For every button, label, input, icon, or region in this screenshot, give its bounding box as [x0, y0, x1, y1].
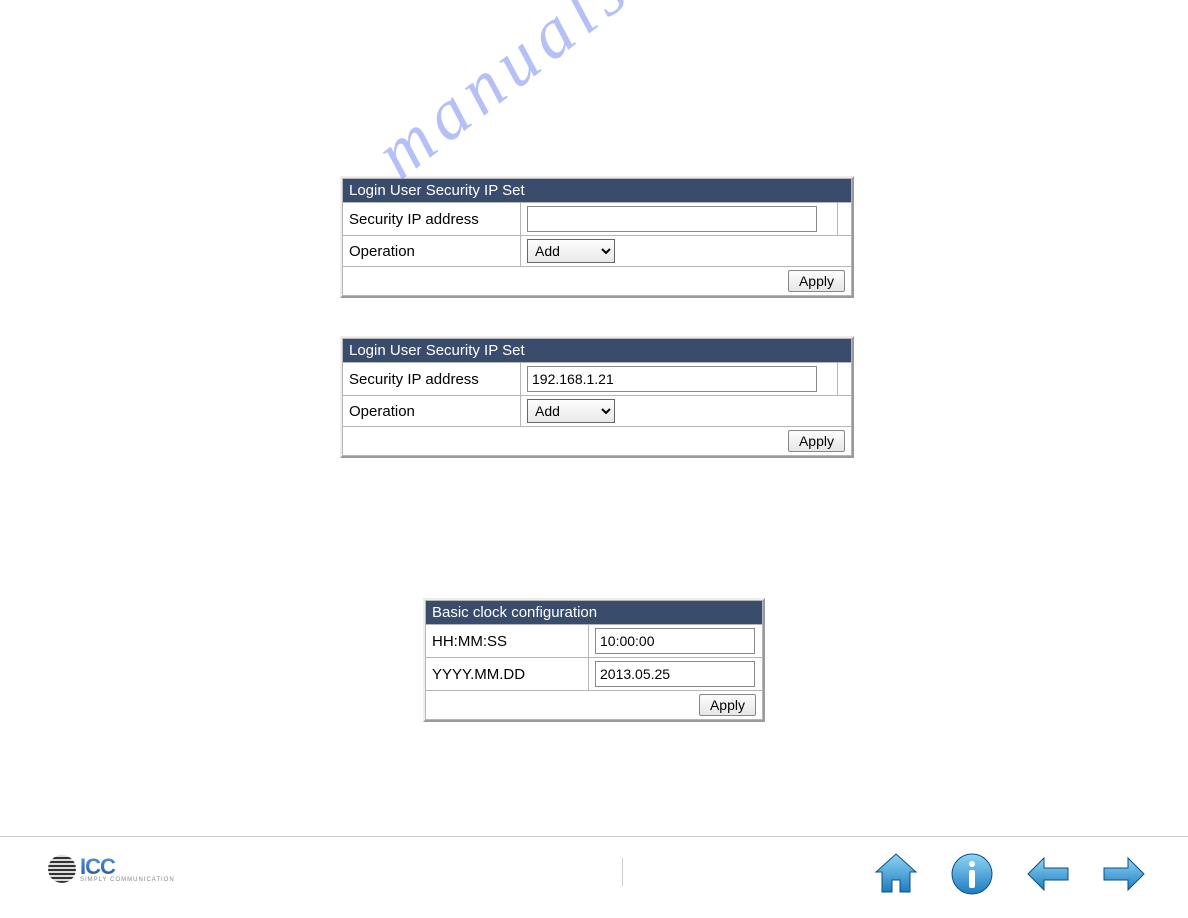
date-label: YYYY.MM.DD [426, 658, 588, 690]
ip-label: Security IP address [343, 363, 520, 395]
security-ip-input[interactable] [527, 206, 817, 232]
watermark-text: manualshive.com [360, 0, 901, 195]
security-ip-panel-2: Login User Security IP Set Security IP a… [340, 336, 854, 458]
security-ip-input[interactable] [527, 366, 817, 392]
time-label: HH:MM:SS [426, 625, 588, 657]
date-input[interactable] [595, 661, 755, 687]
operation-select[interactable]: Add [527, 239, 615, 263]
panel-title: Login User Security IP Set [343, 179, 851, 202]
brand-logo: ICC SIMPLY COMMUNICATION [48, 854, 175, 883]
logo-subtitle: SIMPLY COMMUNICATION [80, 877, 175, 883]
panel-title: Login User Security IP Set [343, 339, 851, 362]
page: manualshive.com Login User Security IP S… [0, 0, 1188, 918]
home-icon[interactable] [872, 850, 920, 898]
globe-icon [48, 855, 76, 883]
nav-icons [872, 850, 1148, 898]
apply-button[interactable]: Apply [788, 430, 845, 452]
basic-clock-panel: Basic clock configuration HH:MM:SS YYYY.… [423, 598, 765, 722]
time-input[interactable] [595, 628, 755, 654]
operation-label: Operation [343, 236, 520, 266]
prev-arrow-icon[interactable] [1024, 850, 1072, 898]
operation-select[interactable]: Add [527, 399, 615, 423]
panel-title: Basic clock configuration [426, 601, 762, 624]
ip-label: Security IP address [343, 203, 520, 235]
footer-separator [622, 858, 623, 886]
apply-button[interactable]: Apply [788, 270, 845, 292]
apply-button[interactable]: Apply [699, 694, 756, 716]
next-arrow-icon[interactable] [1100, 850, 1148, 898]
footer-divider [0, 836, 1188, 837]
footer: ICC SIMPLY COMMUNICATION [0, 840, 1188, 910]
info-icon[interactable] [948, 850, 996, 898]
operation-label: Operation [343, 396, 520, 426]
security-ip-panel-1: Login User Security IP Set Security IP a… [340, 176, 854, 298]
